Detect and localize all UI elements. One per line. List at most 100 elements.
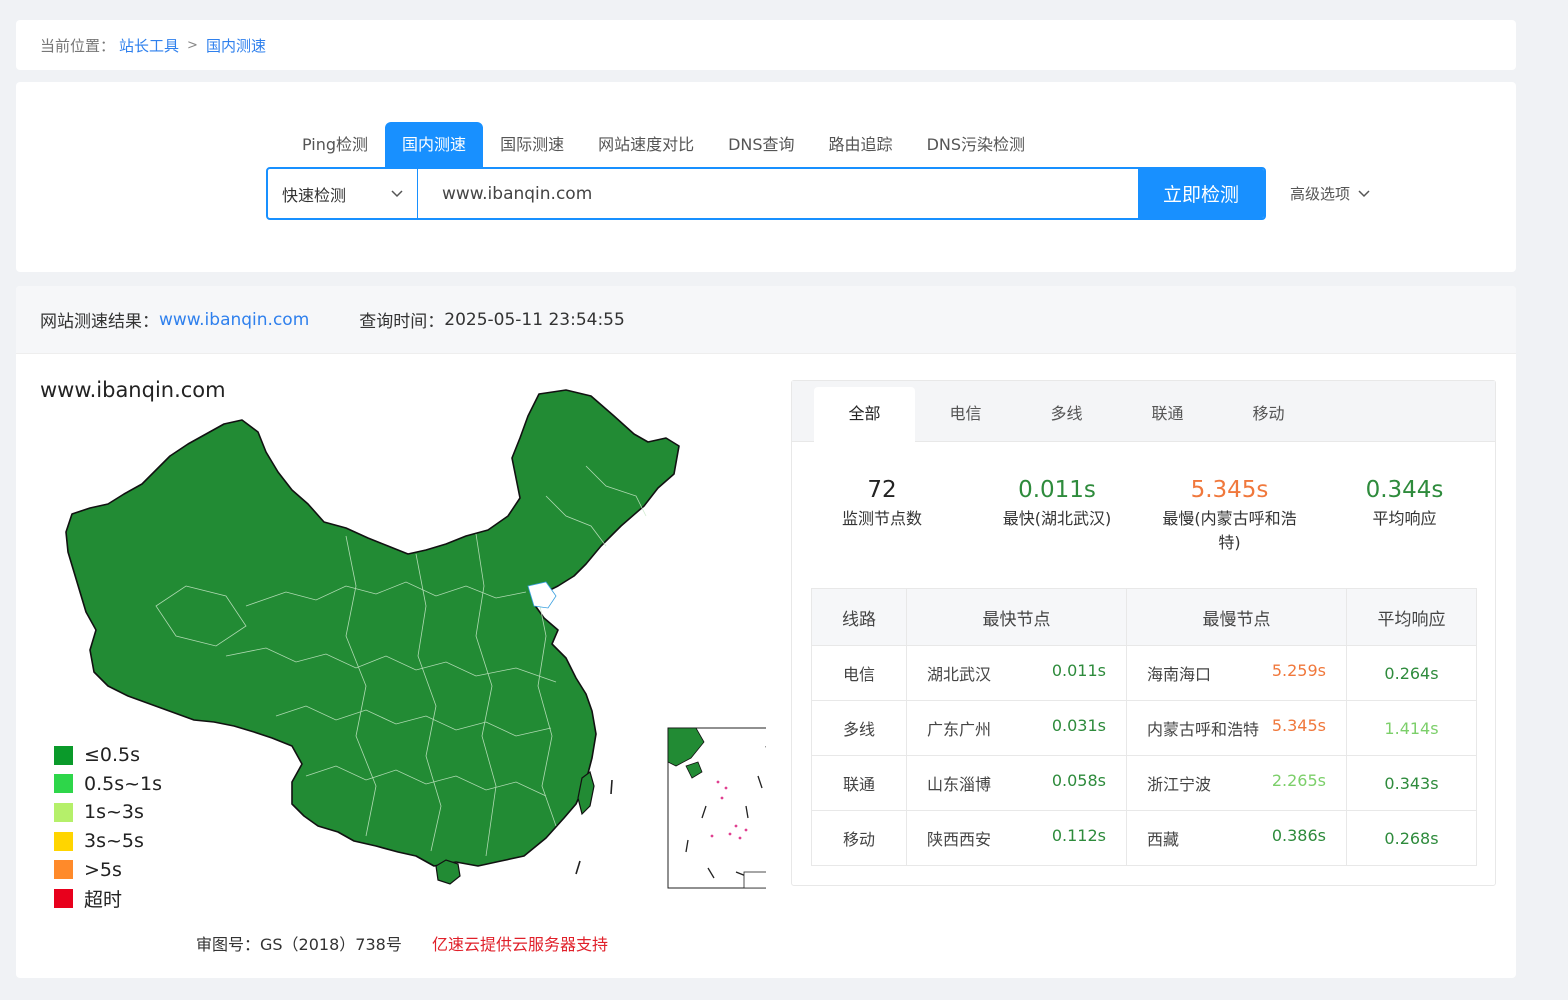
legend-label: ≤0.5s (84, 744, 141, 767)
url-input[interactable] (418, 169, 1138, 218)
slowest-cell: 内蒙古呼和浩特 5.345s (1126, 700, 1347, 756)
node-time: 2.265s (1271, 771, 1326, 790)
slowest-cell: 西藏 0.386s (1126, 810, 1347, 866)
tab-domestic-speed[interactable]: 国内测速 (385, 122, 484, 167)
isp-tab-multiline[interactable]: 多线 (1016, 387, 1117, 441)
node-name: 西藏 (1147, 830, 1180, 849)
slowest-cell: 浙江宁波 2.265s (1126, 755, 1347, 811)
legend-label: 1s~3s (84, 801, 144, 824)
legend-item: ≤0.5s (54, 741, 162, 770)
stat-value: 0.011s (1018, 477, 1096, 503)
breadcrumb-link-current[interactable]: 国内测速 (206, 35, 266, 56)
legend-swatch (54, 888, 73, 908)
legend-item: 0.5s~1s (54, 770, 162, 799)
legend-item: 3s~5s (54, 827, 162, 856)
fastest-cell: 广东广州 0.031s (906, 700, 1127, 756)
line-name: 多线 (811, 700, 907, 756)
breadcrumb-label: 当前位置： (40, 36, 116, 55)
tab-international-speed[interactable]: 国际测速 (483, 122, 581, 167)
result-site-link[interactable]: www.ibanqin.com (159, 310, 309, 330)
tool-tabs: Ping检测 国内测速 国际测速 网站速度对比 DNS查询 路由追踪 DNS污染… (285, 122, 1042, 167)
stat-label: 最快(湖北武汉) (1002, 509, 1112, 528)
legend-swatch (54, 802, 73, 822)
chevron-down-icon (391, 189, 403, 197)
advanced-options-toggle[interactable]: 高级选项 (1290, 183, 1370, 204)
isp-results-table: 线路 最快节点 最慢节点 平均响应 电信 湖北武汉 0.011s 海南海口 5.25… (811, 588, 1477, 866)
legend-label: 0.5s~1s (84, 772, 163, 795)
chevron-down-icon (1358, 189, 1370, 197)
tab-dns-pollution[interactable]: DNS污染检测 (910, 122, 1042, 167)
fastest-cell: 陕西西安 0.112s (906, 810, 1127, 866)
node-name: 广东广州 (927, 720, 992, 739)
breadcrumb: 当前位置： 站长工具 > 国内测速 (16, 20, 1516, 70)
legend-label: 3s~5s (84, 830, 144, 853)
legend-label: 超时 (84, 888, 123, 911)
slowest-cell: 海南海口 5.259s (1126, 645, 1347, 701)
mode-select-value: 快速检测 (282, 185, 347, 205)
line-name: 移动 (811, 810, 907, 866)
search-bar: 快速检测 立即检测 (266, 167, 1266, 220)
col-slowest-node: 最慢节点 (1126, 588, 1347, 646)
tab-ping[interactable]: Ping检测 (285, 122, 385, 167)
table-row: 联通 山东淄博 0.058s 浙江宁波 2.265s 0.343s (811, 755, 1477, 811)
tab-dns-query[interactable]: DNS查询 (711, 122, 811, 167)
node-time: 0.011s (1051, 661, 1106, 680)
node-time: 0.386s (1271, 826, 1326, 845)
average-time: 1.414s (1346, 700, 1477, 756)
legend-swatch (54, 745, 73, 765)
stat-value: 5.345s (1190, 477, 1269, 503)
isp-tab-mobile[interactable]: 移动 (1218, 387, 1319, 441)
tab-speed-compare[interactable]: 网站速度对比 (581, 122, 711, 167)
table-row: 多线 广东广州 0.031s 内蒙古呼和浩特 5.345s 1.414s (811, 700, 1477, 756)
node-time: 0.031s (1051, 716, 1106, 735)
stat-slowest: 5.345s 最慢(内蒙古呼和浩特) (1157, 477, 1302, 555)
isp-tab-unicom[interactable]: 联通 (1117, 387, 1218, 441)
result-card: 网站测速结果： www.ibanqin.com 查询时间： 2025-05-11… (16, 286, 1516, 978)
breadcrumb-link-tools[interactable]: 站长工具 (119, 35, 179, 56)
col-average: 平均响应 (1346, 588, 1477, 646)
node-time: 5.345s (1271, 716, 1326, 735)
speed-legend: ≤0.5s 0.5s~1s 1s~3s 3s~5s >5s 超时 (54, 741, 162, 913)
stat-average: 0.344s 平均响应 (1342, 477, 1467, 531)
node-name: 陕西西安 (927, 830, 992, 849)
node-time: 0.112s (1051, 826, 1106, 845)
legend-swatch (54, 831, 73, 851)
stats-panel: 全部 电信 多线 联通 移动 72 监测节点数 0.011s 最快(湖北武汉) … (791, 380, 1496, 886)
line-name: 电信 (811, 645, 907, 701)
sponsor-link[interactable]: 亿速云提供云服务器支持 (432, 931, 608, 955)
result-header: 网站测速结果： www.ibanqin.com 查询时间： 2025-05-11… (16, 286, 1516, 354)
advanced-options-label: 高级选项 (1290, 185, 1351, 203)
south-sea-inset (667, 727, 766, 889)
stat-label: 最慢(内蒙古呼和浩特) (1162, 509, 1297, 552)
stat-fastest: 0.011s 最快(湖北武汉) (987, 477, 1127, 531)
node-time: 5.259s (1271, 661, 1326, 680)
legend-item: >5s (54, 855, 162, 884)
node-time: 0.058s (1051, 771, 1106, 790)
table-row: 电信 湖北武汉 0.011s 海南海口 5.259s 0.264s (811, 645, 1477, 701)
col-fastest-node: 最快节点 (906, 588, 1127, 646)
result-label: 网站测速结果： (40, 312, 159, 332)
average-time: 0.264s (1346, 645, 1477, 701)
breadcrumb-separator: > (187, 37, 198, 53)
query-time-label: 查询时间： (359, 312, 445, 332)
check-now-button[interactable]: 立即检测 (1138, 169, 1264, 218)
node-name: 海南海口 (1147, 665, 1212, 684)
isp-tab-telecom[interactable]: 电信 (915, 387, 1016, 441)
legend-label: >5s (84, 858, 122, 881)
tab-route-trace[interactable]: 路由追踪 (812, 122, 910, 167)
isp-tab-all[interactable]: 全部 (814, 387, 915, 442)
node-name: 湖北武汉 (927, 665, 992, 684)
stat-value: 0.344s (1365, 477, 1444, 503)
stat-label: 监测节点数 (841, 509, 922, 528)
table-header-row: 线路 最快节点 最慢节点 平均响应 (811, 588, 1477, 646)
map-approval-number: 审图号：GS（2018）738号 (196, 935, 402, 954)
fastest-cell: 湖北武汉 0.011s (906, 645, 1127, 701)
mode-select[interactable]: 快速检测 (268, 169, 418, 218)
legend-swatch (54, 774, 73, 794)
table-row: 移动 陕西西安 0.112s 西藏 0.386s 0.268s (811, 810, 1477, 866)
line-name: 联通 (811, 755, 907, 811)
average-time: 0.268s (1346, 810, 1477, 866)
average-time: 0.343s (1346, 755, 1477, 811)
isp-tabs: 全部 电信 多线 联通 移动 (792, 381, 1495, 442)
legend-item: 超时 (54, 884, 162, 913)
